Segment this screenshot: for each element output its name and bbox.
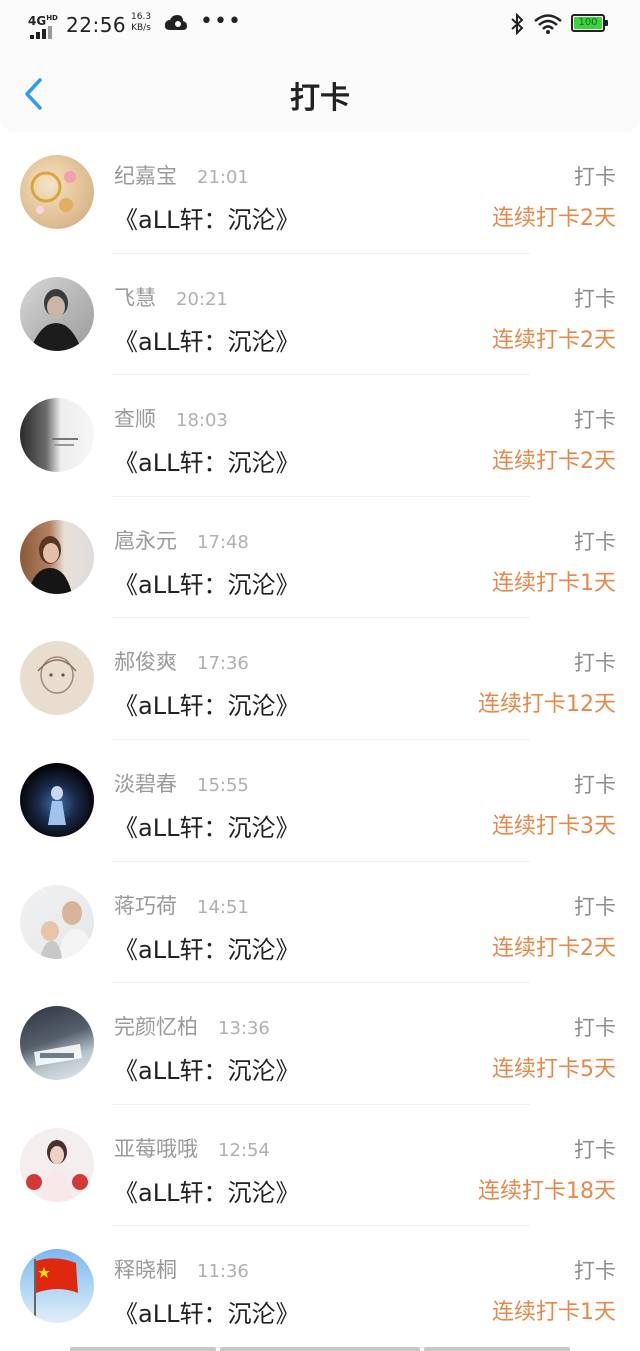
list-item[interactable]: 纪嘉宝 21:01 《aLL轩：沉沦》 打卡 连续打卡2天 [0, 132, 640, 254]
streak-label: 连续打卡18天 [478, 1178, 616, 1204]
checkin-time: 21:01 [197, 167, 249, 188]
action-label: 打卡 [574, 286, 616, 311]
avatar [20, 762, 94, 837]
avatar [20, 1006, 94, 1081]
avatar [20, 155, 94, 229]
book-title: 《aLL轩：沉沦》 [114, 570, 300, 599]
checkin-time: 12:54 [218, 1139, 270, 1161]
book-title: 《aLL轩：沉沦》 [114, 206, 300, 234]
checkin-time: 15:55 [197, 774, 249, 796]
book-title: 《aLL轩：沉沦》 [114, 1178, 300, 1207]
action-label: 打卡 [574, 1016, 616, 1041]
network-speed: 16.3 KB/s [131, 12, 152, 33]
cloud-icon [164, 14, 188, 36]
user-name: 纪嘉宝 [114, 164, 177, 188]
checkin-time: 17:36 [197, 653, 249, 675]
list-item[interactable]: 飞慧 20:21 《aLL轩：沉沦》 打卡 连续打卡2天 [0, 254, 640, 376]
checkin-time: 13:36 [218, 1018, 270, 1040]
wifi-icon [533, 14, 563, 38]
avatar [20, 1249, 94, 1324]
action-label: 打卡 [574, 894, 616, 919]
book-title: 《aLL轩：沉沦》 [114, 935, 300, 964]
streak-label: 连续打卡3天 [492, 813, 616, 839]
checkin-time: 20:21 [176, 288, 228, 310]
list-item[interactable]: 完颜忆柏 13:36 《aLL轩：沉沦》 打卡 连续打卡5天 [0, 983, 640, 1105]
list-item[interactable]: 释晓桐 11:36 《aLL轩：沉沦》 打卡 连续打卡1天 [0, 1226, 640, 1348]
action-label: 打卡 [574, 651, 616, 676]
book-title: 《aLL轩：沉沦》 [114, 813, 300, 842]
action-label: 打卡 [574, 529, 616, 554]
scroll-indicator [70, 1347, 570, 1351]
book-title: 《aLL轩：沉沦》 [114, 692, 300, 721]
avatar [20, 398, 94, 473]
bluetooth-icon [510, 12, 524, 39]
action-label: 打卡 [574, 408, 616, 433]
list-item[interactable]: 查顺 18:03 《aLL轩：沉沦》 打卡 连续打卡2天 [0, 375, 640, 497]
more-notifications-icon: ••• [200, 9, 242, 34]
nav-bar: 打卡 [0, 52, 640, 132]
book-title: 《aLL轩：沉沦》 [114, 327, 300, 356]
clock: 22:56 [66, 13, 127, 37]
avatar [20, 519, 94, 594]
checkin-time: 11:36 [197, 1261, 249, 1283]
book-title: 《aLL轩：沉沦》 [114, 1057, 300, 1086]
streak-label: 连续打卡5天 [492, 1057, 616, 1083]
streak-label: 连续打卡1天 [492, 1300, 616, 1326]
user-name: 扈永元 [114, 528, 177, 553]
user-name: 亚莓哦哦 [114, 1136, 198, 1161]
action-label: 打卡 [574, 1259, 616, 1284]
streak-label: 连续打卡2天 [492, 449, 616, 475]
list-item[interactable]: 蒋巧荷 14:51 《aLL轩：沉沦》 打卡 连续打卡2天 [0, 862, 640, 984]
action-label: 打卡 [574, 165, 616, 189]
user-name: 释晓桐 [114, 1258, 177, 1283]
checkin-time: 17:48 [197, 531, 249, 553]
user-name: 蒋巧荷 [114, 893, 177, 918]
checkin-list: 纪嘉宝 21:01 《aLL轩：沉沦》 打卡 连续打卡2天 飞慧 20:21 《aL… [0, 132, 640, 1348]
checkin-time: 14:51 [197, 896, 249, 918]
book-title: 《aLL轩：沉沦》 [114, 1300, 300, 1329]
streak-label: 连续打卡1天 [492, 570, 616, 596]
list-item[interactable]: 郝俊爽 17:36 《aLL轩：沉沦》 打卡 连续打卡12天 [0, 618, 640, 740]
battery-icon: 100 [571, 14, 608, 32]
user-name: 飞慧 [114, 285, 156, 310]
book-title: 《aLL轩：沉沦》 [114, 449, 300, 478]
list-item[interactable]: 扈永元 17:48 《aLL轩：沉沦》 打卡 连续打卡1天 [0, 497, 640, 619]
checkin-time: 18:03 [176, 410, 228, 432]
action-label: 打卡 [574, 772, 616, 797]
avatar [20, 276, 94, 351]
streak-label: 连续打卡12天 [478, 692, 616, 718]
signal-icon: 4GHD [28, 12, 58, 39]
user-name: 淡碧春 [114, 771, 177, 796]
streak-label: 连续打卡2天 [492, 935, 616, 961]
user-name: 查顺 [114, 407, 156, 432]
status-bar: 4GHD 22:56 16.3 KB/s ••• 100 [0, 0, 640, 52]
list-item[interactable]: 淡碧春 15:55 《aLL轩：沉沦》 打卡 连续打卡3天 [0, 740, 640, 862]
streak-label: 连续打卡2天 [492, 327, 616, 353]
action-label: 打卡 [574, 1137, 616, 1162]
list-item[interactable]: 亚莓哦哦 12:54 《aLL轩：沉沦》 打卡 连续打卡18天 [0, 1105, 640, 1227]
page-title: 打卡 [290, 81, 350, 116]
avatar [20, 1127, 94, 1202]
user-name: 郝俊爽 [114, 650, 177, 675]
streak-label: 连续打卡2天 [492, 206, 616, 231]
user-name: 完颜忆柏 [114, 1015, 198, 1040]
avatar [20, 641, 94, 716]
avatar [20, 884, 94, 959]
